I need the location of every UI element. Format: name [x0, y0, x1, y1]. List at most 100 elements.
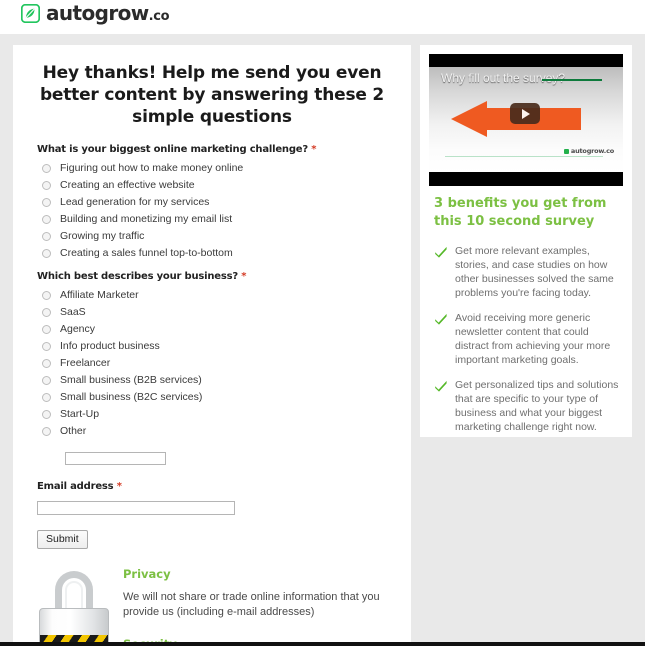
option-label: Start-Up	[60, 408, 100, 420]
play-icon[interactable]	[510, 103, 540, 124]
submit-button[interactable]: Submit	[37, 529, 88, 549]
email-field[interactable]	[37, 501, 235, 515]
arrow-head	[451, 101, 487, 137]
question-block-business-type: Which best describes your business? * Af…	[37, 271, 387, 468]
option-challenge-0[interactable]: Figuring out how to make money online	[37, 160, 387, 177]
radio-icon[interactable]	[42, 427, 51, 436]
option-business-1[interactable]: SaaS	[37, 304, 387, 321]
logo-wordmark: autogrow.co	[46, 1, 170, 25]
option-challenge-5[interactable]: Creating a sales funnel top-to-bottom	[37, 245, 387, 262]
benefit-text: Get personalized tips and solutions that…	[455, 379, 619, 433]
benefit-item-2: Get personalized tips and solutions that…	[434, 378, 620, 434]
padlock-body	[39, 607, 109, 643]
option-label: SaaS	[60, 306, 86, 318]
radio-icon[interactable]	[42, 181, 51, 190]
option-business-4[interactable]: Freelancer	[37, 355, 387, 372]
video-letterbox-top	[429, 54, 623, 67]
leaf-icon	[20, 3, 41, 23]
option-label: Small business (B2B services)	[60, 374, 202, 386]
option-business-8[interactable]: Other	[37, 423, 387, 440]
radio-icon[interactable]	[42, 410, 51, 419]
video-letterbox-bottom	[429, 172, 623, 186]
check-icon	[434, 379, 448, 393]
padlock-icon	[37, 566, 111, 643]
radio-icon[interactable]	[42, 359, 51, 368]
option-label: Lead generation for my services	[60, 196, 210, 208]
sidebar-panel: Why fill out the survey? autogrow.co 3 b…	[420, 45, 632, 437]
option-challenge-1[interactable]: Creating an effective website	[37, 177, 387, 194]
page-title: Hey thanks! Help me send you even better…	[39, 63, 385, 127]
trust-text: Privacy We will not share or trade onlin…	[123, 566, 387, 644]
option-label: Affiliate Marketer	[60, 289, 139, 301]
question1-label-text: What is your biggest online marketing ch…	[37, 144, 308, 155]
video-watermark: autogrow.co	[563, 147, 614, 155]
question2-label-text: Which best describes your business?	[37, 271, 238, 282]
benefit-item-1: Avoid receiving more generic newsletter …	[434, 311, 620, 367]
option-business-3[interactable]: Info product business	[37, 338, 387, 355]
option-label: Creating a sales funnel top-to-bottom	[60, 247, 233, 259]
required-marker: *	[241, 271, 247, 282]
survey-form-card: Hey thanks! Help me send you even better…	[13, 45, 411, 643]
option-challenge-4[interactable]: Growing my traffic	[37, 228, 387, 245]
video-title: Why fill out the survey?	[441, 71, 566, 85]
radio-icon[interactable]	[42, 249, 51, 258]
radio-icon[interactable]	[42, 232, 51, 241]
option-label: Creating an effective website	[60, 179, 195, 191]
option-challenge-2[interactable]: Lead generation for my services	[37, 194, 387, 211]
video-stage: Why fill out the survey? autogrow.co	[429, 67, 623, 172]
page-bottom-bar	[0, 642, 645, 646]
radio-icon[interactable]	[42, 215, 51, 224]
required-marker: *	[116, 481, 122, 492]
video-divider	[445, 156, 603, 157]
option-business-0[interactable]: Affiliate Marketer	[37, 287, 387, 304]
option-label: Freelancer	[60, 357, 111, 369]
benefits-heading: 3 benefits you get from this 10 second s…	[434, 196, 607, 229]
question1-label: What is your biggest online marketing ch…	[37, 144, 387, 155]
radio-icon[interactable]	[42, 393, 51, 402]
trust-section: Privacy We will not share or trade onlin…	[37, 566, 387, 644]
privacy-text: We will not share or trade online inform…	[123, 590, 380, 618]
required-marker: *	[311, 144, 317, 155]
option-business-2[interactable]: Agency	[37, 321, 387, 338]
benefit-text: Avoid receiving more generic newsletter …	[455, 312, 611, 366]
benefit-item-0: Get more relevant examples, stories, and…	[434, 244, 620, 300]
radio-icon[interactable]	[42, 376, 51, 385]
radio-icon[interactable]	[42, 308, 51, 317]
site-logo[interactable]: autogrow.co	[20, 1, 170, 25]
option-label: Agency	[60, 323, 96, 335]
option-label: Figuring out how to make money online	[60, 162, 244, 174]
logo-brand: autogrow	[46, 1, 149, 25]
option-business-5[interactable]: Small business (B2B services)	[37, 372, 387, 389]
option-label: Growing my traffic	[60, 230, 145, 242]
email-label-text: Email address	[37, 481, 114, 492]
watermark-leaf-icon	[563, 148, 569, 154]
watermark-text: autogrow.co	[570, 147, 614, 155]
option-label: Info product business	[60, 340, 160, 352]
site-header: autogrow.co	[0, 0, 645, 34]
video-accent-rule	[542, 79, 602, 81]
radio-icon[interactable]	[42, 342, 51, 351]
email-label: Email address *	[37, 481, 387, 492]
radio-icon[interactable]	[42, 164, 51, 173]
check-icon	[434, 312, 448, 326]
question1-options: Figuring out how to make money online Cr…	[37, 160, 387, 262]
option-business-7[interactable]: Start-Up	[37, 406, 387, 423]
logo-tld: .co	[148, 9, 170, 24]
option-label: Small business (B2C services)	[60, 391, 203, 403]
option-label: Other	[60, 425, 87, 437]
option-business-6[interactable]: Small business (B2C services)	[37, 389, 387, 406]
privacy-heading: Privacy	[123, 566, 171, 581]
survey-video-player[interactable]: Why fill out the survey? autogrow.co	[429, 54, 623, 186]
option-challenge-3[interactable]: Building and monetizing my email list	[37, 211, 387, 228]
email-block: Email address *	[37, 481, 387, 518]
question2-options: Affiliate Marketer SaaS Agency Info prod…	[37, 287, 387, 440]
question2-label: Which best describes your business? *	[37, 271, 387, 282]
radio-icon[interactable]	[42, 325, 51, 334]
check-icon	[434, 245, 448, 259]
play-triangle	[522, 108, 530, 119]
radio-icon[interactable]	[42, 198, 51, 207]
question-block-marketing-challenge: What is your biggest online marketing ch…	[37, 144, 387, 262]
benefit-text: Get more relevant examples, stories, and…	[455, 245, 614, 299]
radio-icon[interactable]	[42, 291, 51, 300]
other-business-input[interactable]	[65, 452, 166, 465]
